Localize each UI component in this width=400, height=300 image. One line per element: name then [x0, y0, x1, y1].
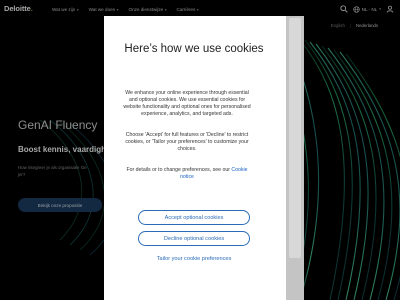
cookie-modal-paragraph-1: We enhance your online experience throug… [123, 90, 251, 117]
accept-optional-cookies-button[interactable]: Accept optional cookies [138, 210, 250, 225]
modal-scrollbar[interactable] [286, 16, 304, 300]
cookie-modal: Here’s how we use cookies We enhance you… [104, 16, 304, 300]
decline-optional-cookies-button[interactable]: Decline optional cookies [138, 231, 250, 246]
page: Deloitte. Wat we zijn ▾ Wat we doen ▾ Onze… [0, 0, 400, 300]
tailor-cookie-preferences-link[interactable]: Tailor your cookie preferences [104, 256, 284, 262]
cookie-modal-paragraph-3-text: For details or to change preferences, se… [126, 167, 232, 173]
cookie-modal-paragraph-2: Choose 'Accept' for full features or 'De… [125, 132, 249, 152]
cookie-modal-paragraph-3: For details or to change preferences, se… [122, 167, 252, 181]
cookie-modal-title: Here’s how we use cookies [124, 43, 264, 55]
scrollbar-thumb[interactable] [289, 18, 301, 258]
